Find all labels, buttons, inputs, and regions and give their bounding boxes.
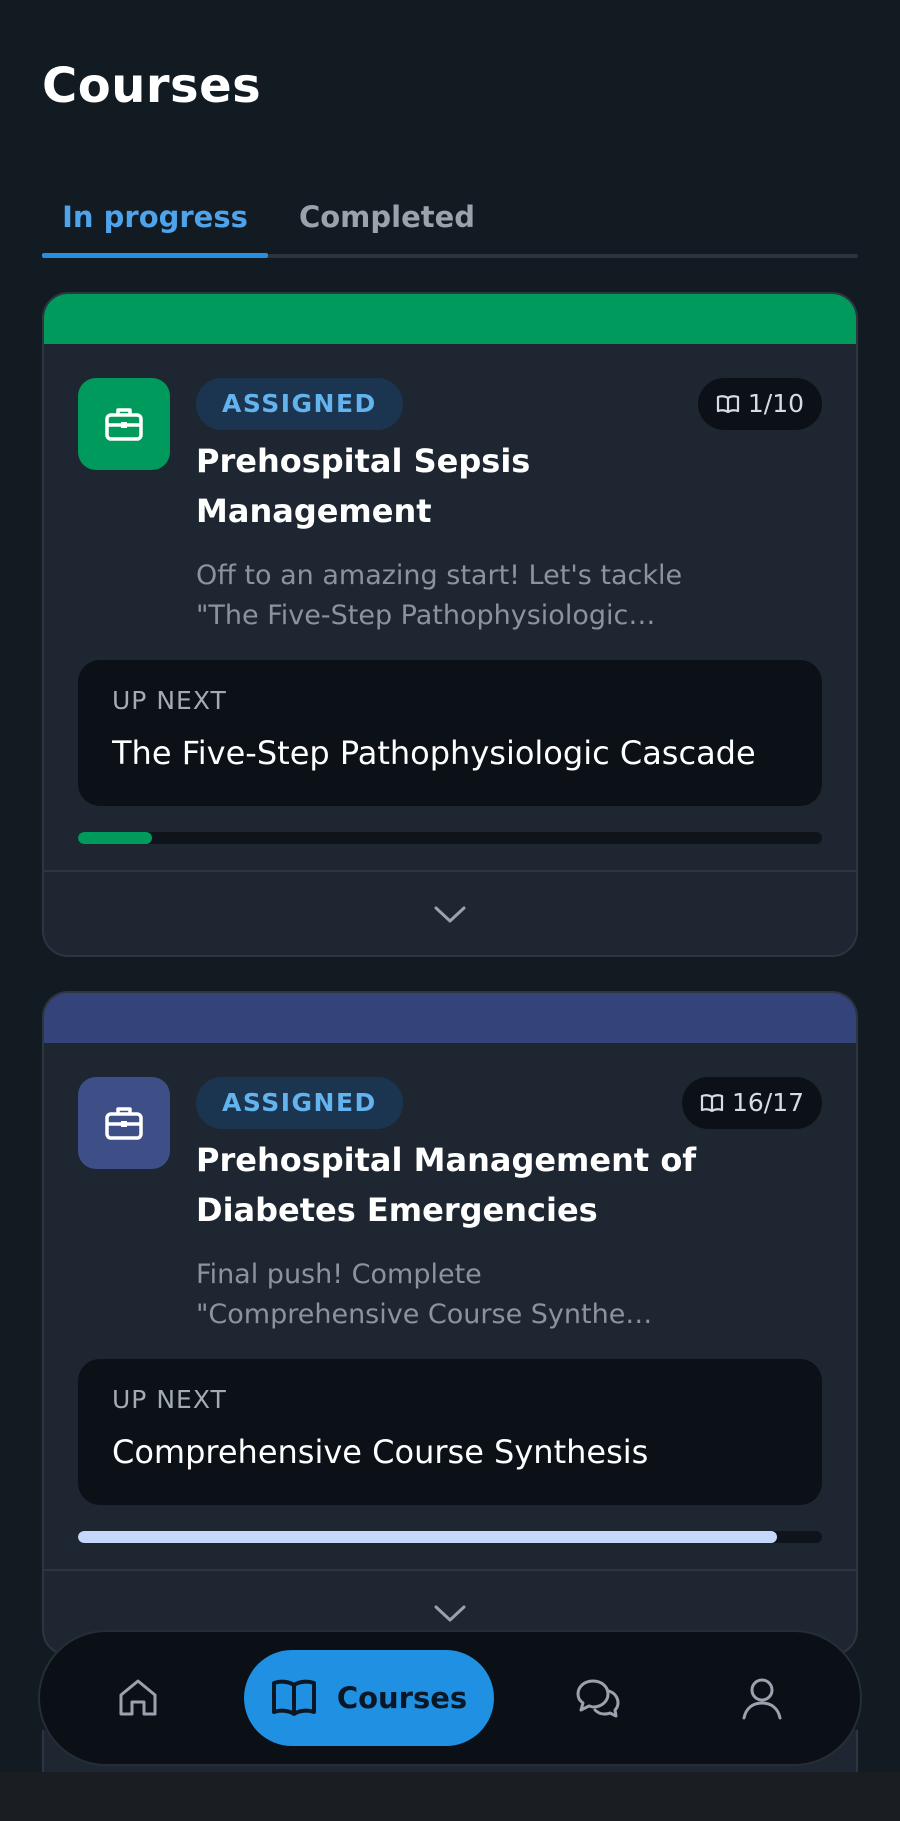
tab-in-progress[interactable]: In progress [42,192,268,242]
nav-courses[interactable]: Courses [244,1650,494,1746]
up-next-title: The Five-Step Pathophysiologic Cascade [112,734,756,772]
up-next-label: UP NEXT [112,1385,227,1414]
course-description: Final push! Complete "Comprehensive Cour… [196,1255,716,1335]
page-title: Courses [42,58,262,114]
chevron-down-icon [434,1605,466,1621]
progress-bar-fill [78,832,153,844]
briefcase-icon [78,1077,170,1169]
course-description: Off to an amazing start! Let's tackle "T… [196,556,716,636]
assigned-badge: ASSIGNED [196,378,403,430]
lesson-count: 16/17 [731,1088,804,1117]
description-line: Off to an amazing start! Let's tackle [196,560,683,591]
tab-bar: In progress Completed [42,180,858,258]
progress-bar [78,1531,822,1543]
nav-profile[interactable] [722,1650,802,1746]
lesson-count-pill: 1/10 [697,378,822,430]
system-bottom-bar [0,1772,900,1821]
up-next-title: Comprehensive Course Synthesis [112,1433,649,1471]
progress-bar [78,832,822,844]
course-card[interactable]: ASSIGNED 16/17 Prehospital Management of… [42,991,858,1656]
profile-icon [742,1678,782,1720]
tab-active-indicator [42,253,268,258]
book-icon [700,1094,724,1113]
chat-icon [576,1679,620,1718]
nav-home[interactable] [98,1650,178,1746]
description-line: "Comprehensive Course Synthe… [196,1299,653,1330]
up-next-box[interactable]: UP NEXT Comprehensive Course Synthesis [78,1359,822,1505]
description-line: Final push! Complete [196,1259,482,1290]
bottom-nav: Courses [38,1630,862,1766]
chevron-down-icon [434,906,466,922]
expand-toggle[interactable] [44,870,856,955]
nav-chat[interactable] [558,1650,638,1746]
book-icon [716,395,739,414]
lesson-count-pill: 16/17 [681,1077,822,1129]
course-title[interactable]: Prehospital Sepsis Management [196,436,716,536]
briefcase-icon [78,378,170,470]
description-line: "The Five-Step Pathophysiologic… [196,600,656,631]
progress-bar-fill [78,1531,778,1543]
card-color-band [44,993,856,1043]
course-card[interactable]: ASSIGNED 1/10 Prehospital Sepsis Managem… [42,292,858,957]
nav-courses-label: Courses [336,1681,468,1715]
course-title[interactable]: Prehospital Management of Diabetes Emerg… [196,1135,716,1235]
up-next-box[interactable]: UP NEXT The Five-Step Pathophysiologic C… [78,660,822,806]
up-next-label: UP NEXT [112,686,227,715]
tab-completed[interactable]: Completed [284,192,490,242]
home-icon [119,1679,157,1716]
book-icon [271,1679,316,1716]
card-color-band [44,294,856,344]
lesson-count: 1/10 [747,389,804,418]
assigned-badge: ASSIGNED [196,1077,403,1129]
